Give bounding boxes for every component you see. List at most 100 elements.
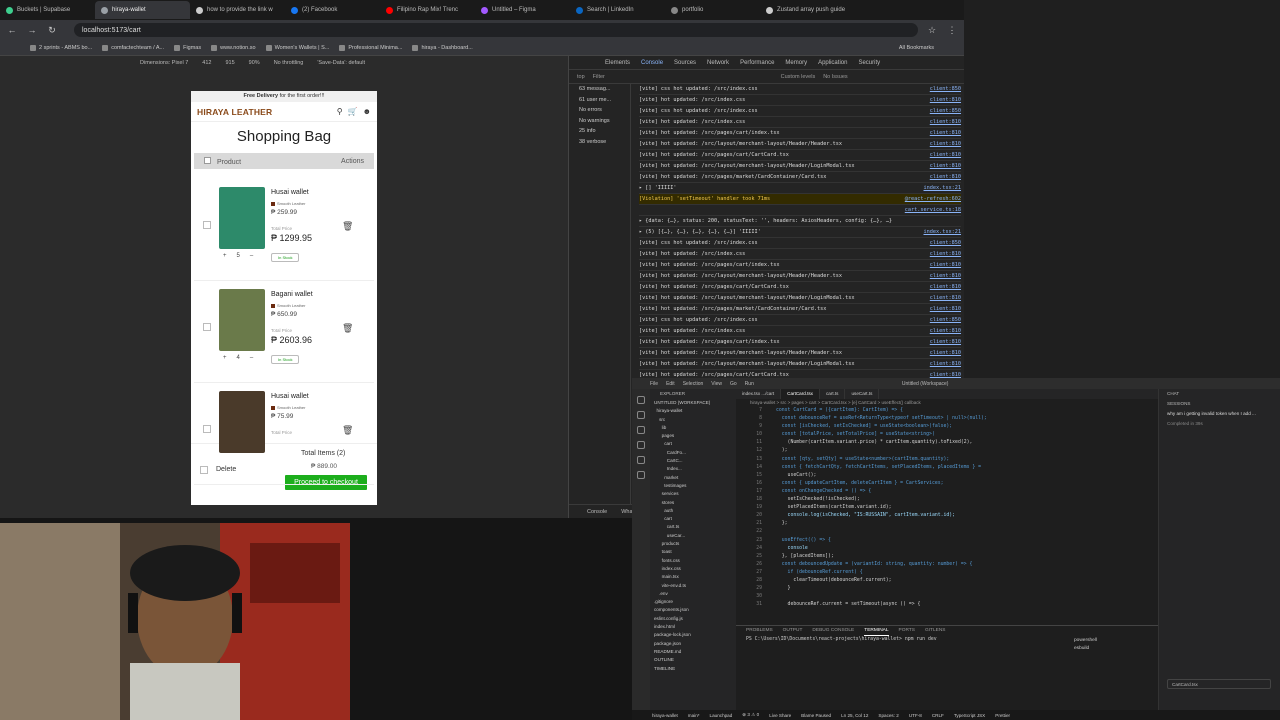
terminal-shell-item[interactable]: powershell [1074, 638, 1154, 646]
log-source-link[interactable]: @react-refresh:602 [905, 194, 961, 204]
status-item[interactable]: UTF-8 [909, 713, 922, 718]
item-checkbox[interactable] [203, 425, 211, 433]
bookmark-item[interactable]: comfactechteam / A... [102, 44, 164, 51]
device-height[interactable]: 915 [225, 60, 234, 66]
item-checkbox[interactable] [203, 221, 211, 229]
explorer-item[interactable]: pages [650, 432, 736, 440]
shop-logo[interactable]: HIRAYA LEATHER [197, 107, 272, 117]
log-source-link[interactable]: client:810 [930, 337, 961, 347]
explorer-item[interactable]: main.tsx [650, 573, 736, 581]
bookmark-item[interactable]: Professional Minima... [339, 44, 402, 51]
editor-tab[interactable]: CartCard.tsx [781, 389, 820, 399]
search-icon[interactable] [637, 411, 645, 419]
log-source-link[interactable]: index.tsx:21 [924, 227, 961, 237]
explorer-item[interactable]: stores [650, 499, 736, 507]
explorer-item[interactable]: cart.ts [650, 523, 736, 531]
console-filter-item[interactable]: No errors [569, 105, 630, 116]
select-all-checkbox[interactable] [204, 156, 211, 164]
status-item[interactable]: Prettier [995, 713, 1010, 718]
plus-icon[interactable]: – [250, 355, 253, 361]
menu-item[interactable]: Selection [683, 381, 704, 387]
explorer-item[interactable]: fonts.css [650, 557, 736, 565]
explorer-item[interactable]: cart [650, 440, 736, 448]
log-source-link[interactable]: client:810 [930, 172, 961, 182]
levels-select[interactable]: Custom levels [781, 74, 816, 80]
product-image[interactable] [219, 391, 265, 453]
log-source-link[interactable]: client:810 [930, 282, 961, 292]
device-dimensions[interactable]: Dimensions: Pixel 7 [140, 60, 188, 66]
status-item[interactable]: main* [688, 713, 700, 718]
terminal-shell-item[interactable]: esbuild [1074, 646, 1154, 654]
cart-icon[interactable]: 🛒 [348, 107, 358, 116]
devtools-tab-elements[interactable]: Elements [605, 60, 630, 66]
code-editor[interactable]: 7 const CartCard = ({cartItem}: CartItem)… [736, 407, 1158, 625]
browser-tab[interactable]: how to provide the link w [190, 1, 285, 19]
explorer-item[interactable]: CartC... [650, 457, 736, 465]
log-source-link[interactable]: index.tsx:21 [924, 183, 961, 193]
debug-icon[interactable] [637, 441, 645, 449]
explorer-item[interactable]: .gitignore [650, 598, 736, 606]
drawer-tab[interactable]: Console [587, 509, 607, 515]
chat-message[interactable]: why am i getting invalid token when I ad… [1159, 409, 1280, 419]
explorer-item[interactable]: eslint.config.js [650, 615, 736, 623]
filter-input[interactable]: Filter [593, 74, 773, 80]
status-item[interactable]: ⊗ 3 ⚠ 0 [742, 712, 759, 718]
explorer-item[interactable]: cart [650, 515, 736, 523]
extensions-icon[interactable] [637, 456, 645, 464]
explorer-item[interactable]: TIMELINE [650, 665, 736, 673]
status-item[interactable]: TypeScript JSX [954, 713, 985, 718]
item-checkbox[interactable] [203, 323, 211, 331]
bookmark-item[interactable]: 2 sprints - ABMS bo... [30, 44, 92, 51]
console-filter-item[interactable]: 25 info [569, 126, 630, 137]
source-control-icon[interactable] [637, 426, 645, 434]
url-input[interactable]: localhost:5173/cart [74, 23, 918, 37]
console-filter-item[interactable]: 61 user me... [569, 95, 630, 106]
explorer-item[interactable]: lib [650, 424, 736, 432]
console-filter-item[interactable]: No warnings [569, 116, 630, 127]
console-filter-item[interactable]: 63 messag... [569, 84, 630, 95]
explorer-item[interactable]: package.json [650, 640, 736, 648]
menu-item[interactable]: Go [730, 381, 737, 387]
menu-item[interactable]: File [650, 381, 658, 387]
browser-tab[interactable]: Buckets | Supabase [0, 1, 95, 19]
terminal-tab[interactable]: PROBLEMS [746, 626, 773, 636]
menu-item[interactable]: Run [745, 381, 754, 387]
log-source-link[interactable]: client:810 [930, 128, 961, 138]
all-bookmarks[interactable]: All Bookmarks [899, 45, 934, 51]
explorer-item[interactable]: market [650, 474, 736, 482]
log-source-link[interactable]: client:810 [930, 359, 961, 369]
terminal-tab[interactable]: PORTS [899, 626, 915, 636]
log-source-link[interactable]: client:810 [930, 95, 961, 105]
log-source-link[interactable]: client:810 [930, 150, 961, 160]
star-icon[interactable]: ☆ [926, 25, 938, 36]
log-source-link[interactable]: client:810 [930, 139, 961, 149]
explorer-item[interactable]: components.json [650, 606, 736, 614]
editor-tab[interactable]: useCart.ts [845, 389, 880, 399]
browser-tab[interactable]: Untitled – Figma [475, 1, 570, 19]
editor-tab[interactable]: index.tsx .../cart [736, 389, 782, 399]
remote-icon[interactable] [637, 471, 645, 479]
devtools-tab-network[interactable]: Network [707, 60, 729, 66]
browser-tab[interactable]: (2) Facebook [285, 1, 380, 19]
log-source-link[interactable]: client:810 [930, 271, 961, 281]
explorer-item[interactable]: products [650, 540, 736, 548]
browser-tab[interactable]: Filipino Rap Mix! Trenc [380, 1, 475, 19]
log-source-link[interactable]: client:810 [930, 249, 961, 259]
log-source-link[interactable]: client:810 [930, 326, 961, 336]
explorer-item[interactable]: services [650, 490, 736, 498]
explorer-item[interactable]: UNTITLED (WORKSPACE) [650, 399, 736, 407]
log-source-link[interactable]: client:810 [930, 161, 961, 171]
trash-icon[interactable]: 🗑 [342, 221, 353, 232]
bookmark-item[interactable]: Women's Wallets | S... [265, 44, 329, 51]
minus-icon[interactable]: + [223, 355, 227, 361]
terminal-tab[interactable]: OUTPUT [783, 626, 803, 636]
log-source-link[interactable]: client:810 [930, 348, 961, 358]
device-width[interactable]: 412 [202, 60, 211, 66]
devtools-tab-application[interactable]: Application [818, 60, 847, 66]
item-name[interactable]: Husai wallet [271, 393, 309, 400]
explorer-item[interactable]: useCar... [650, 532, 736, 540]
chat-input[interactable]: CartCard.tsx [1167, 679, 1271, 689]
explorer-item[interactable]: OUTLINE [650, 656, 736, 664]
device-throttle[interactable]: No throttling [274, 60, 304, 66]
status-item[interactable]: Spaces: 2 [878, 713, 898, 718]
